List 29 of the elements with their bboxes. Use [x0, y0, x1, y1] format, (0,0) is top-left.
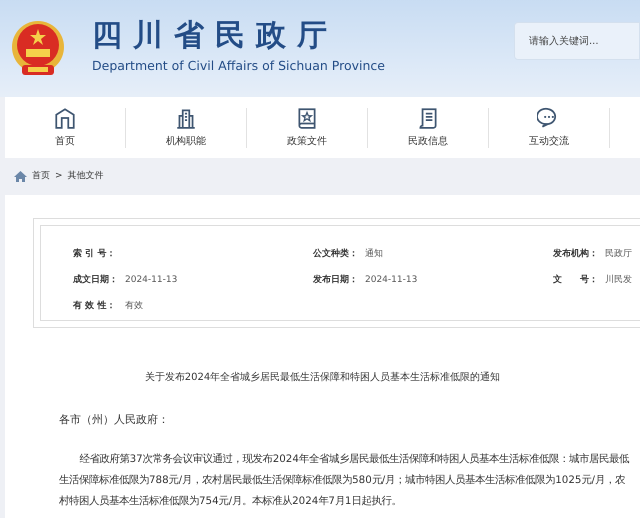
meta-label: 有 效 性：: [73, 300, 116, 314]
meta-label: 发布日期：: [313, 274, 359, 288]
home-icon: [14, 171, 27, 182]
document-title: 关于发布2024年全省城乡居民最低生活保障和特困人员基本生活标准低限的通知: [144, 370, 502, 385]
breadcrumb-separator: >: [55, 170, 63, 183]
breadcrumb-link[interactable]: 其他文件: [68, 170, 104, 184]
nav-item[interactable]: 民政信息: [368, 97, 488, 158]
meta-value: 民政厅: [605, 248, 632, 262]
nav-item[interactable]: 互动交流: [489, 97, 609, 158]
meta-label: 公文种类：: [313, 248, 359, 262]
nav-item[interactable]: 政策文件: [247, 97, 367, 158]
home-icon: [53, 106, 77, 130]
meta-value: 川民发: [605, 274, 632, 288]
nav-item[interactable]: 首页: [5, 97, 125, 158]
meta-label: 发布机构：: [553, 248, 599, 262]
salutation: 各市（州）人民政府：: [59, 412, 170, 428]
meta-label: 文 号：: [553, 274, 599, 288]
nav-item[interactable]: 机构职能: [126, 97, 246, 158]
meta-value: 有效: [125, 300, 143, 314]
meta-value: 2024-11-13: [125, 274, 178, 288]
search-field[interactable]: 请输入关键词...: [514, 22, 640, 60]
meta-value: 2024-11-13: [365, 274, 418, 288]
meta-value: 通知: [365, 248, 383, 262]
meta-label: 成文日期：: [73, 274, 119, 288]
breadcrumb-link[interactable]: 首页: [32, 170, 50, 184]
meta-label: 索 引 号：: [73, 248, 116, 262]
site-title: 四川省民政厅: [92, 21, 339, 52]
site-subtitle: Department of Civil Affairs of Sichuan Province: [92, 57, 385, 76]
body-paragraph: 经省政府第37次常务会议审议通过，现发布2024年全省城乡居民最低生活保障和特困人员基本生活标准低限：城市居民最低生活保障标准低限为788元/月，农村居民最低生活保障标准低限为580元/月；城市特困人员基本生活标准低限为1025元/月，农村特困人员基本生活标准低限为754元/月。本标准从2024年7月1日起执行。: [59, 452, 630, 508]
